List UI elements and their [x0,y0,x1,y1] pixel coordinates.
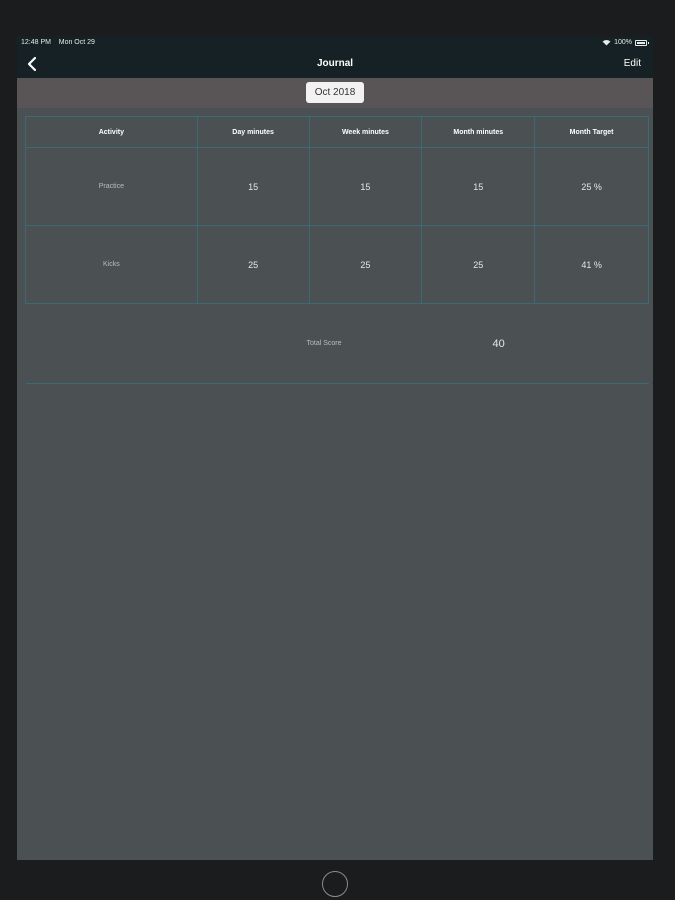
header-activity: Activity [25,116,198,148]
status-time: 12:48 PM [21,39,51,46]
header-month-target: Month Target [534,116,649,148]
total-score-row: Total Score 40 [25,303,649,384]
cell-month-target: 41 % [534,225,649,304]
status-left: 12:48 PM Mon Oct 29 [21,39,95,46]
date-band: Oct 2018 [17,78,653,108]
cell-month-target: 25 % [534,147,649,226]
table-row[interactable]: Kicks 25 25 25 41 % [25,225,649,304]
status-bar: 12:48 PM Mon Oct 29 100% [17,36,653,50]
journal-table: Activity Day minutes Week minutes Month … [25,116,649,384]
battery-icon [635,39,649,46]
cell-day-minutes: 25 [196,225,310,304]
table-header-row: Activity Day minutes Week minutes Month … [25,116,649,148]
total-score-label: Total Score [306,339,342,347]
cell-activity: Practice [25,147,198,226]
header-day-minutes: Day minutes [196,116,310,148]
home-button[interactable] [322,871,348,897]
cell-day-minutes: 15 [196,147,310,226]
total-score-cell: Total Score 40 [25,303,649,384]
month-picker-button[interactable]: Oct 2018 [306,82,364,103]
battery-percent: 100% [614,39,632,46]
journal-screen: 12:48 PM Mon Oct 29 100% Journal Edit Oc… [17,36,653,860]
table-row[interactable]: Practice 15 15 15 25 % [25,147,649,226]
edit-button[interactable]: Edit [624,58,641,69]
cell-month-minutes: 15 [421,147,536,226]
page-title: Journal [316,58,354,69]
header-week-minutes: Week minutes [308,116,423,148]
navigation-bar: Journal Edit [17,50,653,78]
cell-month-minutes: 25 [421,225,536,304]
total-score-value: 40 [492,337,505,350]
status-date: Mon Oct 29 [58,39,95,46]
header-month-minutes: Month minutes [421,116,536,148]
wifi-icon [602,40,611,46]
status-right: 100% [602,39,649,46]
cell-week-minutes: 15 [308,147,423,226]
cell-week-minutes: 25 [308,225,423,304]
cell-activity: Kicks [25,225,198,304]
